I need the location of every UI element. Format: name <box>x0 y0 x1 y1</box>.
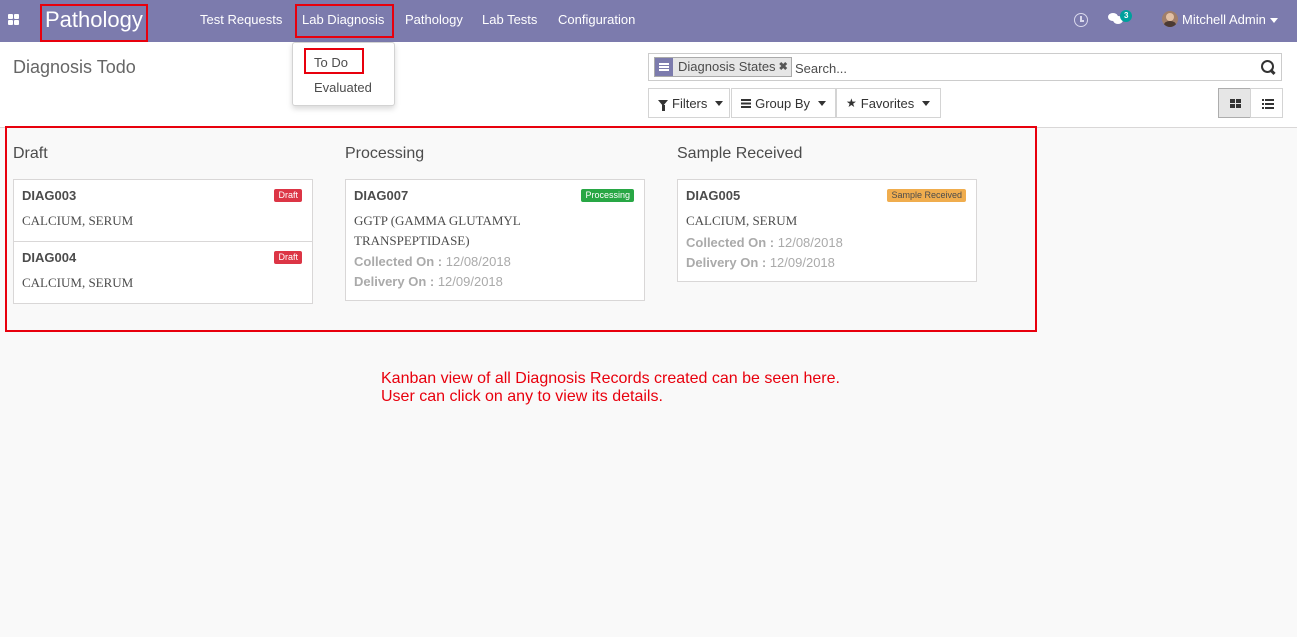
delivery-label: Delivery On : <box>354 274 435 289</box>
card-reference: DIAG005 <box>686 188 741 203</box>
card-reference: DIAG003 <box>22 188 77 203</box>
delivery-date: 12/09/2018 <box>769 255 835 270</box>
search-facet[interactable]: Diagnosis States ✖ <box>654 57 792 77</box>
apps-icon[interactable] <box>8 14 20 26</box>
user-name: Mitchell Admin <box>1182 12 1266 27</box>
delivery-date: 12/09/2018 <box>437 274 503 289</box>
card-reference: DIAG004 <box>22 250 77 265</box>
favorites-button[interactable]: ★ Favorites <box>836 88 941 118</box>
status-badge: Draft <box>274 189 302 202</box>
menu-pathology[interactable]: Pathology <box>405 0 463 40</box>
search-icon[interactable] <box>1260 59 1276 75</box>
card-delivery-on: Delivery On : 12/09/2018 <box>354 274 503 289</box>
kanban-icon <box>1230 99 1241 109</box>
column-title-draft: Draft <box>13 145 48 162</box>
chevron-down-icon <box>818 100 826 106</box>
filters-label: Filters <box>672 95 708 111</box>
clock-icon[interactable] <box>1074 13 1088 27</box>
annotation-note: Kanban view of all Diagnosis Records cre… <box>381 370 840 406</box>
kanban-card[interactable]: DIAG007 Processing GGTP (GAMMA GLUTAMYL … <box>345 179 645 301</box>
card-test-name: CALCIUM, SERUM <box>22 275 134 290</box>
dropdown-item-todo[interactable]: To Do <box>314 55 348 70</box>
menu-lab-tests[interactable]: Lab Tests <box>482 0 537 40</box>
menu-lab-diagnosis[interactable]: Lab Diagnosis <box>302 0 384 40</box>
filter-icon <box>658 100 668 111</box>
status-badge: Draft <box>274 251 302 264</box>
card-collected-on: Collected On : 12/08/2018 <box>354 254 511 269</box>
list-view-button[interactable] <box>1250 88 1283 118</box>
user-menu[interactable]: Mitchell Admin <box>1182 0 1278 40</box>
column-title-sample-received: Sample Received <box>677 145 803 162</box>
page-title: Diagnosis Todo <box>13 57 136 77</box>
lab-diagnosis-dropdown: To Do Evaluated <box>292 42 395 106</box>
menu-test-requests[interactable]: Test Requests <box>200 0 282 40</box>
card-collected-on: Collected On : 12/08/2018 <box>686 235 843 250</box>
card-test-name: CALCIUM, SERUM <box>22 213 134 228</box>
kanban-card[interactable]: DIAG004 Draft CALCIUM, SERUM <box>13 241 313 304</box>
facet-label: Diagnosis States <box>678 59 776 74</box>
kanban-card[interactable]: DIAG003 Draft CALCIUM, SERUM <box>13 179 313 242</box>
kanban-card[interactable]: DIAG005 Sample Received CALCIUM, SERUM C… <box>677 179 977 282</box>
control-panel: Diagnosis Todo Diagnosis States ✖ Filter… <box>0 42 1297 128</box>
column-title-processing: Processing <box>345 145 425 162</box>
bars-icon <box>741 98 752 108</box>
app-title[interactable]: Pathology <box>45 6 143 34</box>
list-icon <box>655 58 673 76</box>
close-icon[interactable]: ✖ <box>779 58 791 76</box>
collected-date: 12/08/2018 <box>777 235 843 250</box>
chevron-down-icon <box>922 100 931 106</box>
menu-configuration[interactable]: Configuration <box>558 0 635 40</box>
list-view-icon <box>1262 99 1274 109</box>
card-delivery-on: Delivery On : 12/09/2018 <box>686 255 835 270</box>
collected-label: Collected On : <box>686 235 775 250</box>
card-reference: DIAG007 <box>354 188 409 203</box>
delivery-label: Delivery On : <box>686 255 767 270</box>
star-icon: ★ <box>846 96 857 110</box>
chevron-down-icon <box>715 100 724 106</box>
search-box[interactable]: Diagnosis States ✖ <box>648 53 1282 81</box>
dropdown-item-evaluated[interactable]: Evaluated <box>314 80 372 95</box>
collected-date: 12/08/2018 <box>445 254 511 269</box>
card-test-name: CALCIUM, SERUM <box>686 213 798 228</box>
group-by-button[interactable]: Group By <box>731 88 836 118</box>
status-badge: Processing <box>581 189 634 202</box>
card-test-name: GGTP (GAMMA GLUTAMYL TRANSPEPTIDASE) <box>354 213 521 248</box>
annotation-line-1: Kanban view of all Diagnosis Records cre… <box>381 370 840 387</box>
filters-button[interactable]: Filters <box>648 88 730 118</box>
chat-count-badge: 3 <box>1120 10 1133 22</box>
collected-label: Collected On : <box>354 254 443 269</box>
chevron-down-icon <box>1269 18 1278 24</box>
search-input[interactable] <box>795 58 1235 78</box>
kanban-view-button[interactable] <box>1218 88 1251 118</box>
favorites-label: Favorites <box>860 95 915 111</box>
status-badge: Sample Received <box>887 189 966 202</box>
group-by-label: Group By <box>755 95 810 111</box>
avatar[interactable] <box>1162 11 1178 27</box>
top-navbar: Pathology Test Requests Lab Diagnosis Pa… <box>0 0 1297 42</box>
annotation-line-2: User can click on any to view its detail… <box>381 388 663 405</box>
